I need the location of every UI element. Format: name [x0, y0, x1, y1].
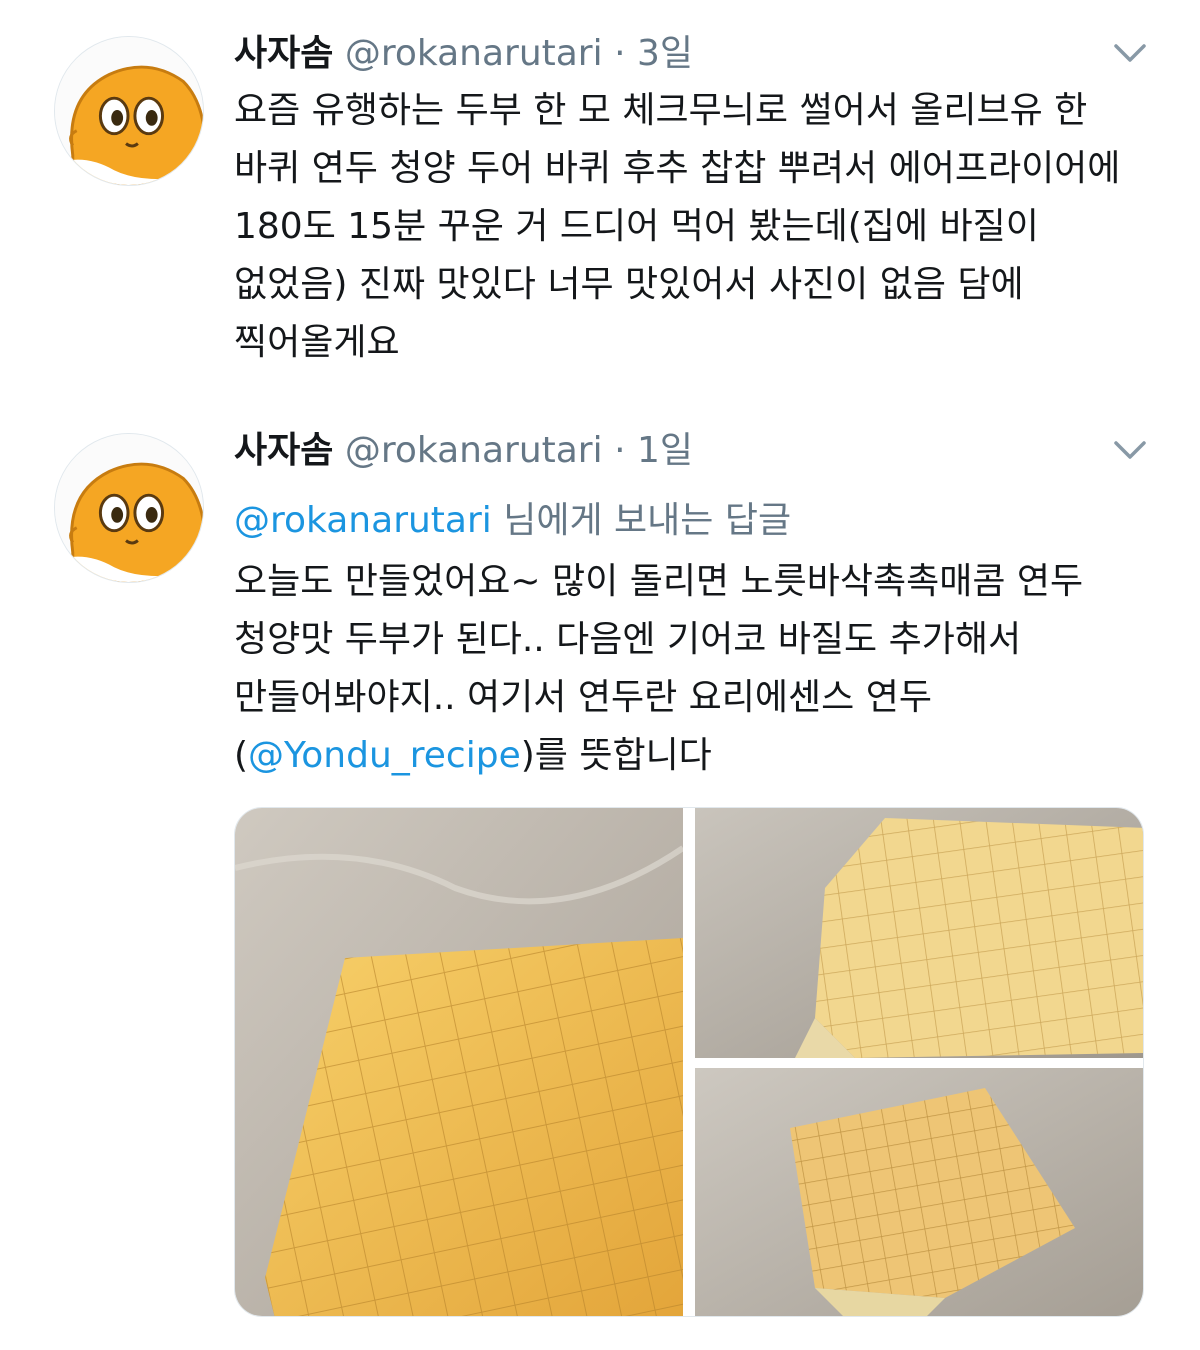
- tweet-text: 오늘도 만들었어요~ 많이 돌리면 노릇바삭촉촉매콤 연두 청양맛 두부가 된다…: [234, 553, 1154, 785]
- tweet-header: 사자솜 @rokanarutari · 3일: [234, 30, 693, 78]
- mention-link[interactable]: @Yondu_recipe: [248, 735, 521, 776]
- tofu-photo[interactable]: [235, 808, 683, 1316]
- display-name[interactable]: 사자솜: [234, 33, 333, 74]
- orange-character-avatar-icon: [55, 434, 203, 582]
- chevron-down-icon[interactable]: [1110, 435, 1150, 467]
- tofu-photo[interactable]: [695, 1068, 1143, 1316]
- reply-to-handle[interactable]: @rokanarutari: [234, 500, 492, 541]
- avatar[interactable]: [54, 36, 204, 186]
- user-handle[interactable]: @rokanarutari: [345, 33, 603, 74]
- tweet-text: 요즘 유행하는 두부 한 모 체크무늬로 썰어서 올리브유 한 바퀴 연두 청양…: [234, 90, 1121, 363]
- separator-dot: ·: [614, 33, 626, 74]
- chevron-down-icon[interactable]: [1110, 38, 1150, 70]
- separator-dot: ·: [614, 430, 626, 471]
- tweet[interactable]: 사자솜 @rokanarutari · 3일 요즘 유행하는 두부 한 모 체크…: [0, 0, 1200, 400]
- user-handle[interactable]: @rokanarutari: [345, 430, 603, 471]
- avatar[interactable]: [54, 433, 204, 583]
- reply-to-label: 님에게 보내는 답글: [491, 500, 792, 541]
- orange-character-avatar-icon: [55, 37, 203, 185]
- tweet-text-part: )를 뜻합니다: [520, 735, 712, 776]
- tofu-photo[interactable]: [695, 808, 1143, 1058]
- display-name[interactable]: 사자솜: [234, 430, 333, 471]
- tweet-header: 사자솜 @rokanarutari · 1일: [234, 427, 693, 475]
- tweet[interactable]: 사자솜 @rokanarutari · 1일 @rokanarutari 님에게…: [0, 415, 1200, 1350]
- reply-context: @rokanarutari 님에게 보내는 답글: [234, 495, 791, 547]
- timestamp[interactable]: 1일: [637, 430, 693, 471]
- timestamp[interactable]: 3일: [637, 33, 693, 74]
- media-grid: [234, 807, 1144, 1317]
